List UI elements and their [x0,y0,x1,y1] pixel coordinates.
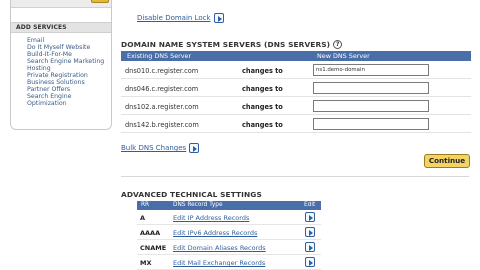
table-row: dns102.a.register.com changes to [121,97,471,115]
sidebar-item-optimization[interactable]: Optimization [27,100,111,107]
existing-dns-server: dns102.a.register.com [125,103,199,111]
main-content: Disable Domain Lock DOMAIN NAME SYSTEM S… [121,0,471,270]
table-row: AAAA Edit IPv6 Address Records [137,225,321,240]
changes-to-label: changes to [242,67,283,75]
sidebar-item-email[interactable]: Email [27,37,111,44]
table-row: dns010.c.register.com changes to [121,61,471,79]
sidebar-item-hosting[interactable]: Hosting [27,65,111,72]
record-rr: CNAME [140,244,167,252]
bulk-dns-changes-link[interactable]: Bulk DNS Changes [121,144,186,152]
sidebar-item-do-it-myself-website[interactable]: Do It Myself Website [27,44,111,51]
arrow-right-icon[interactable] [305,227,315,237]
advanced-settings-title: ADVANCED TECHNICAL SETTINGS [121,190,262,199]
col-new-dns-server: New DNS Server [317,52,370,60]
col-rr: RR [141,202,150,208]
record-rr: A [140,214,146,222]
sidebar-item-build-it-for-me[interactable]: Build-It-For-Me [27,51,111,58]
table-row: CNAME Edit Domain Aliases Records [137,240,321,255]
dns-section-title-text: DOMAIN NAME SYSTEM SERVERS (DNS SERVERS) [121,40,331,49]
changes-to-label: changes to [242,85,283,93]
new-dns-server-input[interactable] [313,100,429,112]
divider [121,176,469,177]
dns-table-header: Existing DNS Server New DNS Server [121,51,471,61]
arrow-right-icon[interactable] [305,212,315,222]
edit-record-link[interactable]: Edit IP Address Records [173,214,249,222]
table-row: MX Edit Mail Exchanger Records [137,255,321,270]
edit-record-link[interactable]: Edit Mail Exchanger Records [173,259,265,267]
edit-record-link[interactable]: Edit Domain Aliases Records [173,244,266,252]
continue-button[interactable]: Continue [424,154,470,168]
arrow-right-icon[interactable] [305,242,315,252]
arrow-right-icon[interactable] [305,257,315,267]
help-icon[interactable]: ? [333,40,343,49]
arrow-right-icon[interactable] [189,143,200,153]
existing-dns-server: dns010.c.register.com [125,67,199,75]
new-dns-server-input[interactable] [313,82,429,94]
add-services-heading: ADD SERVICES [11,22,111,33]
new-dns-server-input[interactable] [313,64,429,76]
sidebar-item-search-engine[interactable]: Search Engine [27,93,111,100]
table-row: dns046.c.register.com changes to [121,79,471,97]
sidebar-item-search-engine-marketing[interactable]: Search Engine Marketing [27,58,111,65]
col-dns-record-type: DNS Record Type [173,202,223,208]
disable-lock-row: Disable Domain Lock [137,13,224,23]
sidebar-top-button[interactable] [91,0,109,3]
table-row: dns142.b.register.com changes to [121,115,471,133]
record-rr: AAAA [140,229,161,237]
disable-domain-lock-link[interactable]: Disable Domain Lock [137,14,211,22]
changes-to-label: changes to [242,121,283,129]
table-row: A Edit IP Address Records [137,210,321,225]
col-edit: Edit [304,202,316,208]
dns-section-title: DOMAIN NAME SYSTEM SERVERS (DNS SERVERS)… [121,40,343,49]
arrow-right-icon[interactable] [213,13,224,23]
col-existing-dns-server: Existing DNS Server [127,52,192,60]
existing-dns-server: dns142.b.register.com [125,121,199,129]
sidebar-item-partner-offers[interactable]: Partner Offers [27,86,111,93]
edit-record-link[interactable]: Edit IPv6 Address Records [173,229,257,237]
bulk-dns-row: Bulk DNS Changes [121,143,200,153]
record-rr: MX [140,259,152,267]
services-list: Email Do It Myself Website Build-It-For-… [11,37,111,107]
advanced-table-header: RR DNS Record Type Edit [137,201,321,210]
sidebar-item-private-registration[interactable]: Private Registration [27,72,111,79]
sidebar-item-business-solutions[interactable]: Business Solutions [27,79,111,86]
advanced-settings-table: RR DNS Record Type Edit A Edit IP Addres… [137,201,321,270]
left-sidebar: ADD SERVICES Email Do It Myself Website … [10,0,112,130]
new-dns-server-input[interactable] [313,118,429,130]
changes-to-label: changes to [242,103,283,111]
dns-servers-table: Existing DNS Server New DNS Server dns01… [121,51,471,133]
existing-dns-server: dns046.c.register.com [125,85,199,93]
